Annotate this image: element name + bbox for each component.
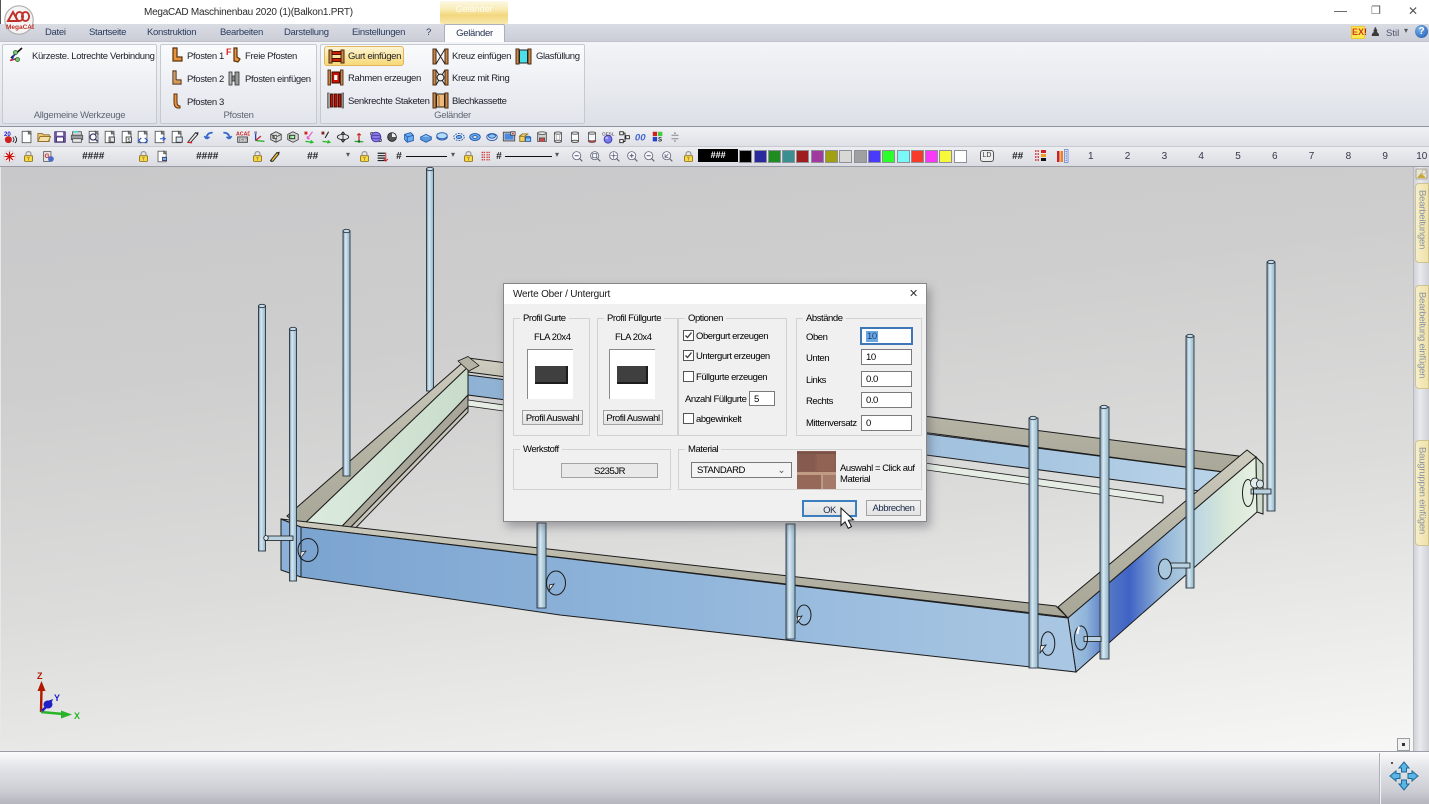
svg-text:MegaCAD: MegaCAD [6, 24, 34, 31]
